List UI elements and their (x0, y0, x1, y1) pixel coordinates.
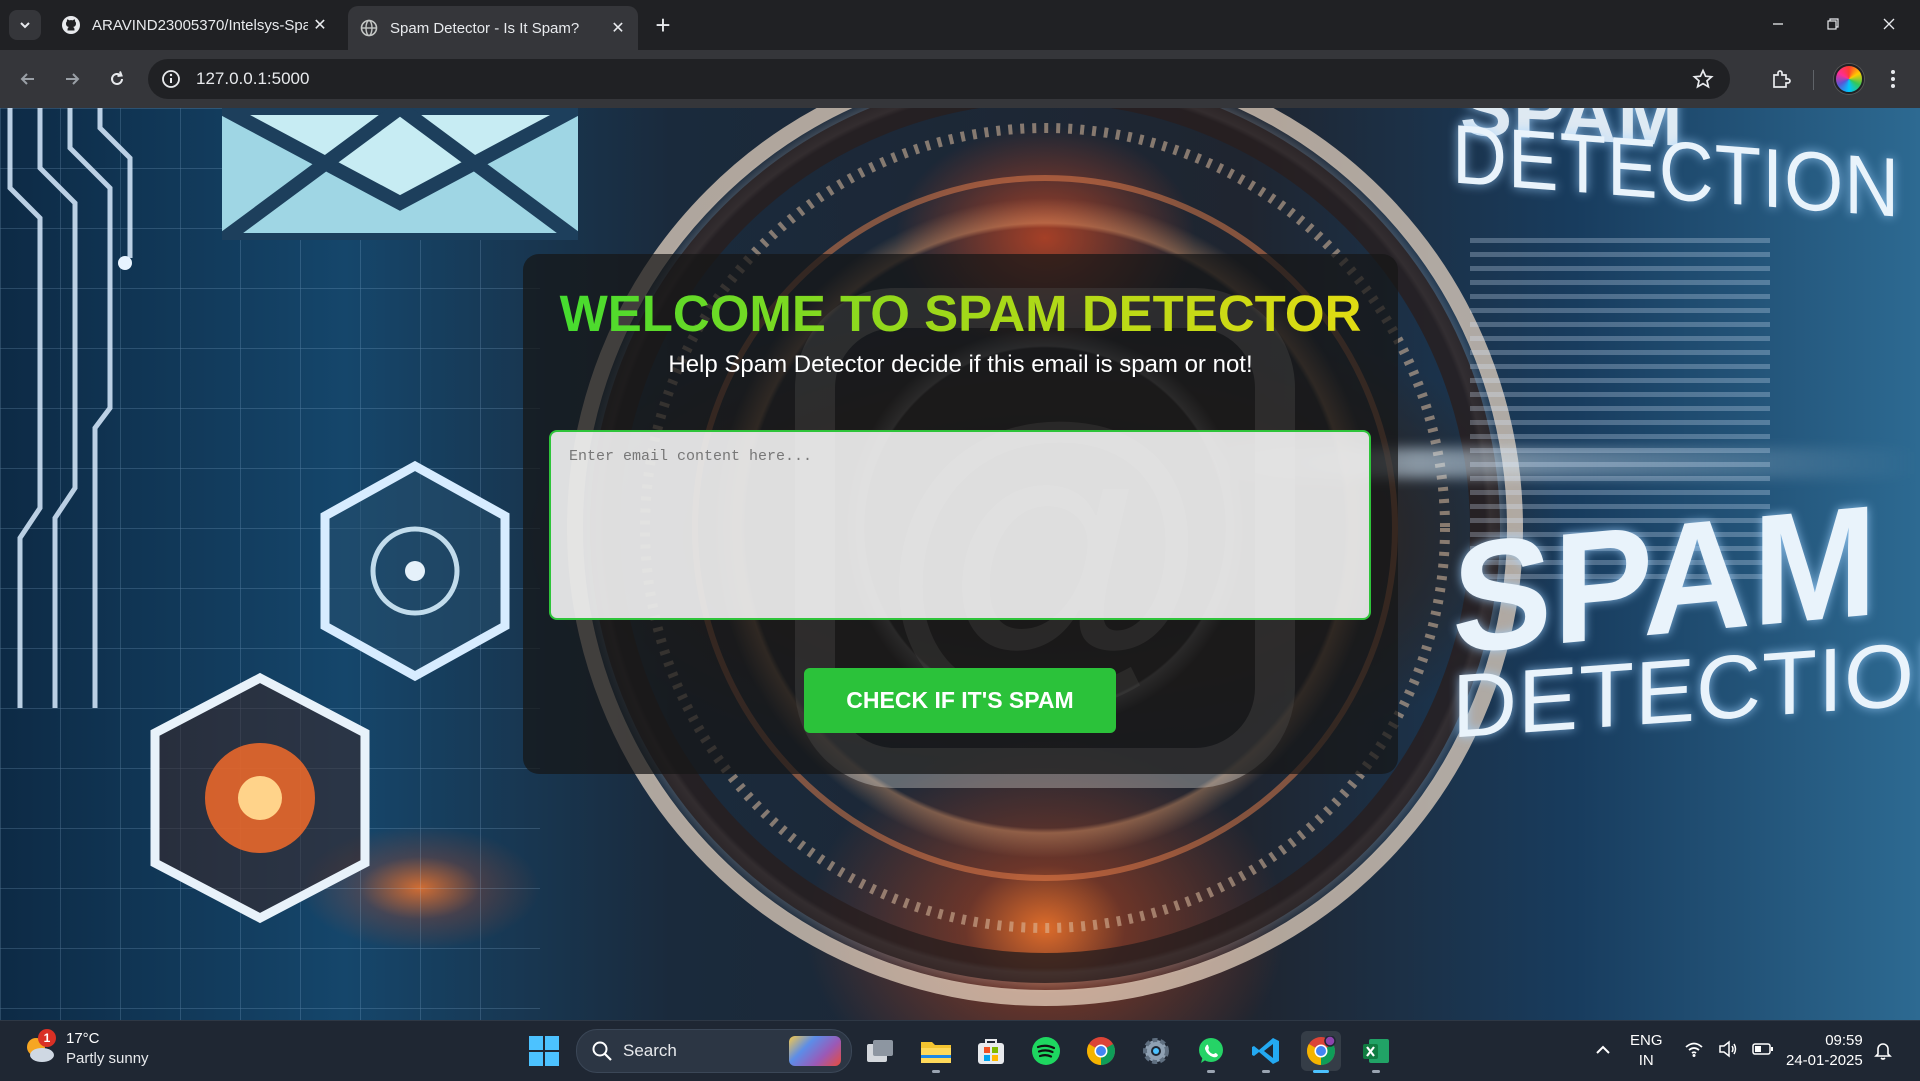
weather-description: Partly sunny (66, 1050, 149, 1067)
search-label: Search (623, 1041, 677, 1060)
windows-logo-icon (529, 1036, 559, 1066)
spotify-icon[interactable] (1026, 1031, 1066, 1071)
envelope-graphic (222, 108, 578, 240)
check-spam-button[interactable]: CHECK IF IT'S SPAM (804, 668, 1116, 733)
running-indicator (1262, 1070, 1270, 1073)
weather-notification-badge: 1 (38, 1029, 56, 1047)
restore-button[interactable] (1810, 6, 1856, 42)
battery-icon (1752, 1043, 1773, 1055)
restore-icon (1827, 18, 1839, 30)
running-indicator (1372, 1070, 1380, 1073)
page-viewport: @ SPAM DETECTION SPAM DETECTION WELCOME … (0, 108, 1920, 1020)
taskbar-search-box[interactable]: Search (576, 1029, 852, 1073)
forward-button[interactable] (56, 63, 88, 95)
input-language-indicator[interactable]: ENG IN (1630, 1031, 1663, 1071)
address-bar[interactable]: 127.0.0.1:5000 (148, 59, 1730, 99)
microsoft-store-icon[interactable] (971, 1031, 1011, 1071)
profile-avatar[interactable] (1834, 64, 1864, 94)
region-code: IN (1638, 1052, 1654, 1069)
clock-date: 24-01-2025 (1786, 1052, 1863, 1069)
page-title: WELCOME TO SPAM DETECTOR (523, 284, 1398, 343)
search-icon (591, 1040, 613, 1062)
search-highlight-image (789, 1036, 841, 1066)
active-indicator (1313, 1070, 1329, 1073)
arrow-right-icon (66, 73, 80, 85)
minimize-icon (1773, 23, 1783, 25)
page-subtitle: Help Spam Detector decide if this email … (668, 351, 1253, 378)
close-icon[interactable]: ✕ (606, 16, 630, 40)
tab-search-button[interactable] (9, 10, 41, 40)
tab-title: ARAVIND23005370/Intelsys-Spam-Detector (92, 16, 308, 34)
volume-icon (1719, 1040, 1737, 1058)
task-view-icon[interactable] (860, 1031, 900, 1071)
tab-strip: ARAVIND23005370/Intelsys-Spam-Detector ✕… (0, 0, 1920, 50)
language-code: ENG (1630, 1032, 1663, 1049)
file-explorer-icon[interactable] (916, 1031, 956, 1073)
start-button[interactable] (528, 1035, 560, 1067)
toolbar-divider (1813, 70, 1814, 90)
spam-detector-card: WELCOME TO SPAM DETECTOR Help Spam Detec… (523, 254, 1398, 774)
globe-icon (358, 17, 380, 39)
weather-widget[interactable]: 1 17°C Partly sunny (22, 1029, 149, 1069)
site-info-icon[interactable] (160, 68, 182, 90)
system-clock[interactable]: 09:59 24-01-2025 (1786, 1031, 1863, 1071)
show-hidden-icons-chevron-icon[interactable] (1592, 1039, 1614, 1061)
running-indicator (932, 1070, 940, 1073)
clock-time: 09:59 (1825, 1032, 1863, 1049)
close-icon[interactable]: ✕ (308, 13, 332, 37)
new-tab-button[interactable]: + (648, 10, 678, 40)
address-url[interactable]: 127.0.0.1:5000 (196, 69, 309, 89)
close-icon (1883, 18, 1895, 30)
tab-spam-detector[interactable]: Spam Detector - Is It Spam? ✕ (348, 6, 638, 50)
reload-icon (111, 71, 123, 85)
settings-gear-icon[interactable] (1136, 1031, 1176, 1071)
chrome-icon[interactable] (1081, 1031, 1121, 1071)
arrow-left-icon (20, 73, 34, 85)
weather-temperature: 17°C (66, 1030, 100, 1047)
extensions-icon[interactable] (1766, 64, 1796, 94)
running-indicator (1207, 1070, 1215, 1073)
chevron-down-icon (20, 22, 30, 29)
back-button[interactable] (12, 63, 44, 95)
wifi-icon (1685, 1042, 1703, 1057)
system-tray-icons[interactable] (1684, 1039, 1774, 1059)
browser-toolbar: 127.0.0.1:5000 (0, 50, 1920, 108)
notification-bell-icon[interactable] (1872, 1039, 1894, 1061)
circuit-lines-graphic (7, 108, 133, 708)
tab-github[interactable]: ARAVIND23005370/Intelsys-Spam-Detector ✕ (50, 6, 340, 44)
reload-button[interactable] (101, 63, 133, 95)
more-menu-icon[interactable] (1878, 64, 1908, 94)
hexagon-lock-graphic (320, 460, 510, 682)
whatsapp-icon[interactable] (1191, 1031, 1231, 1073)
excel-icon[interactable] (1356, 1031, 1396, 1073)
chrome-active-icon[interactable] (1301, 1031, 1341, 1073)
github-icon (60, 14, 82, 36)
vscode-icon[interactable] (1246, 1031, 1286, 1073)
partly-sunny-icon: 1 (22, 1029, 58, 1067)
email-content-input[interactable] (549, 430, 1371, 620)
close-window-button[interactable] (1866, 6, 1912, 42)
bookmark-star-icon[interactable] (1692, 68, 1714, 90)
hexagon-burst-graphic (150, 672, 370, 924)
minimize-button[interactable] (1755, 6, 1801, 42)
tab-title: Spam Detector - Is It Spam? (390, 19, 580, 37)
windows-taskbar: 1 17°C Partly sunny Search ENG IN 09:59 … (0, 1020, 1920, 1081)
